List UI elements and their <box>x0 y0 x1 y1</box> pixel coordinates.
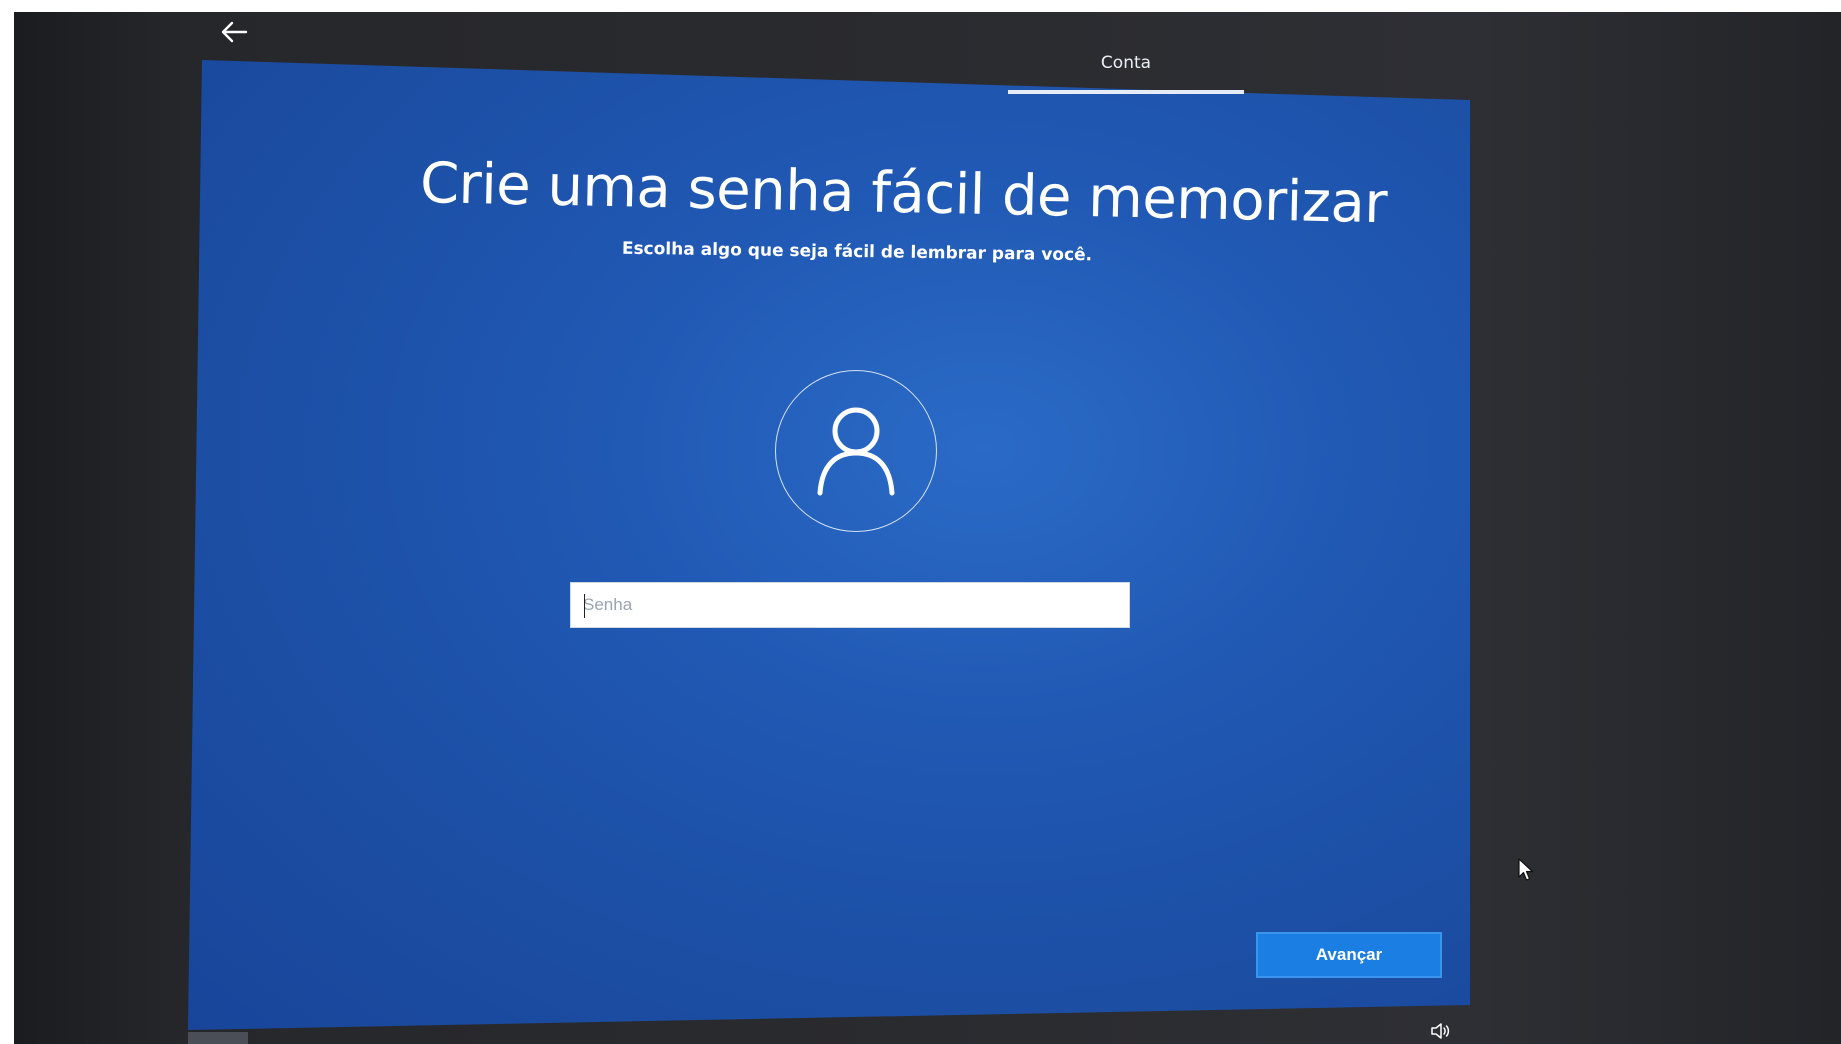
arrow-left-icon <box>221 21 248 43</box>
tab-conta-label: Conta <box>1100 53 1152 73</box>
tab-conta[interactable]: Conta <box>1008 40 1244 94</box>
text-caret <box>584 594 585 618</box>
password-input[interactable] <box>571 583 1129 627</box>
volume-icon[interactable] <box>1430 1022 1450 1040</box>
next-button[interactable]: Avançar <box>1256 932 1442 978</box>
tab-active-indicator <box>1008 90 1244 94</box>
user-icon <box>817 407 895 496</box>
avatar <box>775 370 937 532</box>
password-field[interactable] <box>570 582 1130 628</box>
taskbar-fragment <box>188 1032 248 1044</box>
mouse-pointer-icon <box>1518 858 1534 881</box>
back-button[interactable] <box>214 14 254 50</box>
